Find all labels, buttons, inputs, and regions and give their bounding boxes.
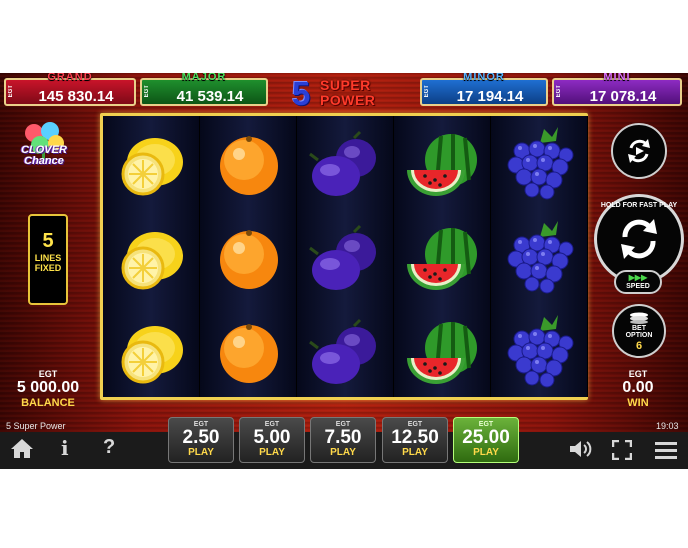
help-icon[interactable]: ?: [103, 436, 115, 459]
clock: 19:03: [656, 421, 679, 431]
jackpot-mini: MINI EGT 17 078.14: [552, 73, 682, 106]
balance-display: EGT 5 000.00 BALANCE: [4, 369, 92, 409]
bet-play-button[interactable]: EGT 5.00 PLAY: [239, 417, 305, 463]
lines-count: 5: [42, 230, 54, 252]
game-screen: GRAND EGT 145 830.14 MAJOR EGT 41 539.14…: [0, 73, 688, 469]
clover-chance-label: CLOVER Chance: [14, 145, 74, 167]
menu-icon[interactable]: [654, 440, 678, 460]
bet-amount: 5.00: [253, 427, 291, 448]
jackpot-minor-label: MINOR: [463, 73, 505, 83]
bet-play-label: PLAY: [259, 447, 285, 458]
game-logo: 5 SUPER POWER: [292, 75, 396, 112]
jackpot-brand: EGT: [424, 85, 430, 98]
lemon-icon: [103, 306, 200, 400]
watermelon-icon: [394, 212, 491, 306]
jackpot-major-value: 41 539.14: [176, 88, 244, 105]
autoplay-button[interactable]: [611, 123, 667, 179]
plum-icon: [297, 212, 394, 306]
fast-forward-icon: ▶▶▶: [628, 273, 648, 282]
clover-line2: Chance: [24, 155, 64, 167]
logo-number: 5: [292, 75, 311, 112]
reel-column: [297, 116, 394, 397]
bet-amount: 7.50: [324, 427, 362, 448]
win-brand: EGT: [628, 369, 648, 379]
bet-play-label: PLAY: [188, 447, 214, 458]
jackpot-major-label: MAJOR: [181, 73, 227, 83]
reel-column: [103, 116, 200, 397]
autoplay-icon: [628, 139, 650, 163]
watermelon-icon: [394, 118, 491, 212]
lemon-icon: [103, 118, 200, 212]
reels-area: [100, 113, 588, 400]
grapes-icon: [491, 306, 588, 400]
reel-column: [200, 116, 297, 397]
grapes-icon: [491, 212, 588, 306]
orange-icon: [200, 118, 297, 212]
jackpot-minor: MINOR EGT 17 194.14: [420, 73, 548, 106]
lines-fixed-badge: 5 LINES FIXED: [28, 214, 68, 305]
bet-amount: 2.50: [182, 427, 220, 448]
balance-brand: EGT: [38, 369, 58, 379]
jackpot-grand-value: 145 830.14: [38, 88, 114, 105]
jackpot-minor-value: 17 194.14: [456, 88, 524, 105]
fullscreen-icon[interactable]: [612, 440, 632, 460]
win-label: WIN: [627, 397, 649, 409]
jackpot-grand: GRAND EGT 145 830.14: [4, 73, 136, 106]
jackpot-brand: EGT: [8, 85, 14, 98]
bet-option-label1: BET: [632, 325, 646, 332]
jackpot-mini-value: 17 078.14: [589, 88, 657, 105]
win-value: 0.00: [622, 379, 654, 396]
speed-button[interactable]: ▶▶▶ SPEED: [614, 270, 662, 294]
info-icon[interactable]: i: [61, 436, 69, 460]
watermelon-icon: [394, 306, 491, 400]
balance-value: 5 000.00: [16, 379, 80, 396]
home-icon[interactable]: [10, 437, 34, 459]
fast-play-hint: HOLD FOR FAST PLAY: [600, 202, 678, 209]
plum-icon: [297, 118, 394, 212]
plum-icon: [297, 306, 394, 400]
bet-option-value: 6: [635, 340, 643, 352]
jackpot-brand: EGT: [556, 85, 562, 98]
bet-play-label: PLAY: [473, 447, 499, 458]
logo-line2: POWER: [320, 92, 376, 108]
jackpot-grand-label: GRAND: [47, 73, 93, 83]
bet-play-button[interactable]: EGT 25.00 PLAY: [453, 417, 519, 463]
bet-play-button[interactable]: EGT 7.50 PLAY: [310, 417, 376, 463]
reel-column: [394, 116, 491, 397]
bet-play-button[interactable]: EGT 2.50 PLAY: [168, 417, 234, 463]
jackpot-major: MAJOR EGT 41 539.14: [140, 73, 268, 106]
lemon-icon: [103, 212, 200, 306]
jackpot-mini-label: MINI: [603, 73, 631, 83]
sound-icon[interactable]: [568, 438, 594, 460]
game-title: 5 Super Power: [6, 421, 66, 431]
jackpot-brand: EGT: [144, 85, 150, 98]
coin-stack-icon: [630, 312, 648, 324]
bet-amount: 12.50: [391, 427, 439, 448]
bet-play-label: PLAY: [402, 447, 428, 458]
orange-icon: [200, 306, 297, 400]
win-display: EGT 0.00 WIN: [600, 369, 676, 409]
spin-icon: [621, 219, 657, 259]
bet-amount: 25.00: [462, 427, 510, 448]
orange-icon: [200, 212, 297, 306]
bet-play-label: PLAY: [330, 447, 356, 458]
speed-label: SPEED: [626, 283, 650, 290]
bet-option-button[interactable]: BET OPTION 6: [612, 304, 666, 358]
reel-column: [491, 116, 588, 397]
logo-line1: SUPER: [320, 77, 371, 93]
bet-play-button[interactable]: EGT 12.50 PLAY: [382, 417, 448, 463]
balance-label: BALANCE: [21, 397, 75, 409]
lines-fixed-label: FIXED: [34, 263, 62, 273]
grapes-icon: [491, 118, 588, 212]
bet-option-label2: OPTION: [625, 332, 653, 339]
lines-label: LINES: [34, 253, 62, 263]
